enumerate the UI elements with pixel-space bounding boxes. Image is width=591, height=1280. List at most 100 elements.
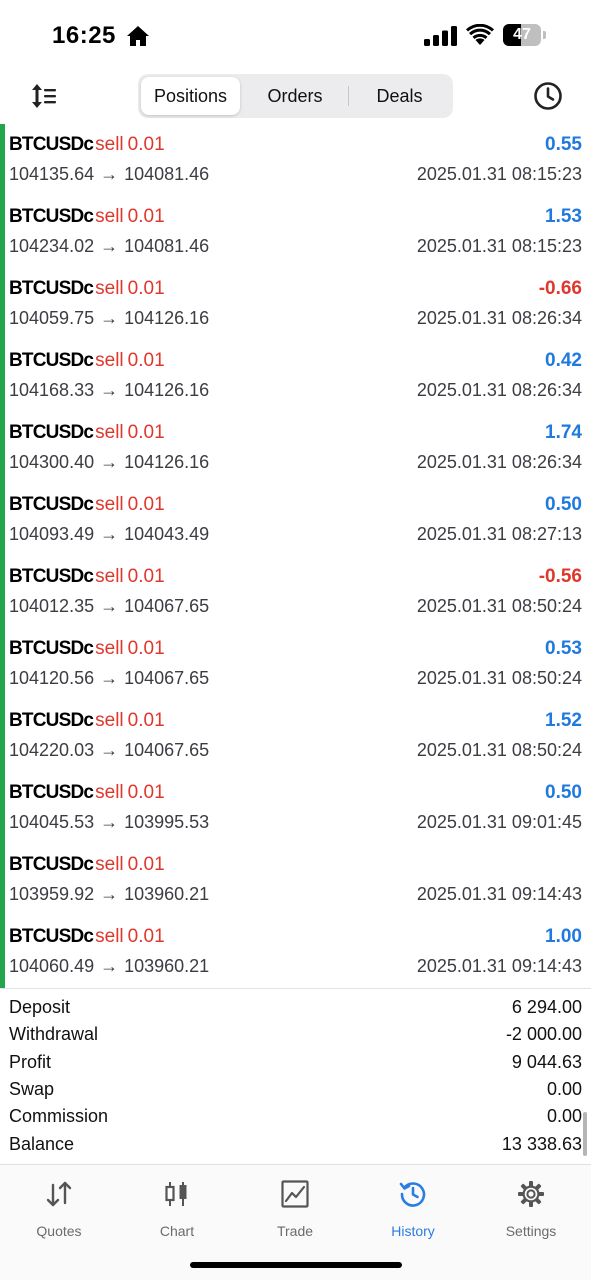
home-indicator[interactable] [190,1262,402,1268]
deal-row[interactable]: BTCUSDc sell 0.01 -0.56 104012.35 → 104067.65 2… [0,556,591,628]
deal-close-price: 104043.49 [124,524,210,544]
summary-row-profit: Profit 9 044.63 [0,1050,591,1077]
deal-prices: 104234.02 → 104081.46 [9,236,209,257]
deal-prices: 104120.56 → 104067.65 [9,668,209,689]
deal-volume: 0.01 [127,350,165,371]
summary-label: Swap [9,1078,55,1099]
deal-row[interactable]: BTCUSDc sell 0.01 0.50 104045.53 → 103995.53 20… [0,772,591,844]
gear-icon [518,1181,544,1207]
status-bar: 16:25 47 [0,0,591,70]
deal-volume: 0.01 [127,134,165,155]
tab-settings[interactable]: Settings [472,1175,590,1241]
deal-symbol: BTCUSDc [9,638,94,659]
deal-volume: 0.01 [127,854,165,875]
deal-volume: 0.01 [127,566,165,587]
arrow-right-icon: → [100,380,119,400]
tab-trade[interactable]: Trade [236,1175,354,1241]
deal-volume: 0.01 [127,638,165,659]
deal-time: 2025.01.31 08:26:34 [416,380,582,400]
deal-row[interactable]: BTCUSDc sell 0.01 1.52 104220.03 → 104067.65 20… [0,700,591,772]
deal-row[interactable]: BTCUSDc sell 0.01 0.50 104093.49 → 104043.49 20… [0,484,591,556]
summary-row-withdrawal: Withdrawal -2 000.00 [0,1022,591,1049]
deal-prices: 104012.35 → 104067.65 [9,596,209,617]
deal-open-price: 104060.49 [9,956,95,976]
quotes-icon [46,1181,72,1207]
tab-chart[interactable]: Chart [118,1175,236,1241]
deal-time: 2025.01.31 09:01:45 [416,812,582,832]
deal-prices: 104220.03 → 104067.65 [9,740,209,761]
tab-deals[interactable]: Deals [349,77,450,115]
deal-profit: 1.53 [545,206,582,227]
deal-row[interactable]: BTCUSDc sell 0.01 1.74 104300.40 → 104126.16 20… [0,412,591,484]
view-segmented-control: Positions Orders Deals [138,74,453,118]
deal-row[interactable]: BTCUSDc sell 0.01 1.53 104234.02 → 104081.46 20… [0,196,591,268]
deal-row[interactable]: BTCUSDc sell 0.01 103959.92 → 103960.21 2025.0… [0,844,591,916]
arrow-right-icon: → [100,884,119,904]
deal-time: 2025.01.31 08:15:23 [416,164,582,184]
deal-symbol: BTCUSDc [9,710,94,731]
tab-history[interactable]: History [354,1175,472,1241]
tab-orders[interactable]: Orders [243,77,347,115]
deal-prices: 104045.53 → 103995.53 [9,812,209,833]
scrollbar[interactable] [583,1112,587,1156]
deal-row[interactable]: BTCUSDc sell 0.01 0.42 104168.33 → 104126.16 20… [0,340,591,412]
deal-symbol: BTCUSDc [9,566,94,587]
deal-open-price: 103959.92 [9,884,95,904]
trade-icon [281,1180,309,1208]
deal-symbol: BTCUSDc [9,494,94,515]
summary-label: Profit [9,1051,52,1072]
deal-open-price: 104120.56 [9,668,95,688]
deal-time: 2025.01.31 08:50:24 [416,668,582,688]
deal-side: sell [95,566,124,587]
deal-open-price: 104234.02 [9,236,95,256]
deal-open-price: 104135.64 [9,164,95,184]
battery-icon: 47 [503,24,547,46]
candles-icon [165,1182,187,1206]
summary-row-balance: Balance 13 338.63 [0,1132,591,1159]
deal-title: BTCUSDc sell 0.01 [9,854,165,876]
battery-level: 47 [513,26,531,43]
deal-title: BTCUSDc sell 0.01 [9,494,165,516]
deal-close-price: 104067.65 [124,740,210,760]
deal-open-price: 104045.53 [9,812,95,832]
summary-label: Withdrawal [9,1024,99,1045]
deal-open-price: 104220.03 [9,740,95,760]
deal-volume: 0.01 [127,422,165,443]
deal-volume: 0.01 [127,278,165,299]
deal-prices: 104060.49 → 103960.21 [9,956,209,977]
summary-value: 0.00 [546,1078,582,1099]
summary-value: 13 338.63 [501,1133,582,1154]
deals-list[interactable]: BTCUSDc sell 0.01 0.55 104135.64 → 104081.46 20… [0,124,591,988]
deal-prices: 104300.40 → 104126.16 [9,452,209,473]
tab-positions[interactable]: Positions [141,77,240,115]
deal-row[interactable]: BTCUSDc sell 0.01 -0.66 104059.75 → 104126.16 2… [0,268,591,340]
deal-profit: 0.42 [545,350,582,371]
deal-row[interactable]: BTCUSDc sell 0.01 1.00 104060.49 → 103960.21 20… [0,916,591,988]
arrow-right-icon: → [100,308,119,328]
deal-title: BTCUSDc sell 0.01 [9,782,165,804]
deal-symbol: BTCUSDc [9,422,94,443]
signal-icon [424,26,457,46]
deal-row[interactable]: BTCUSDc sell 0.01 0.53 104120.56 → 104067.65 20… [0,628,591,700]
deal-prices: 104093.49 → 104043.49 [9,524,209,545]
arrow-right-icon: → [100,236,119,256]
deal-time: 2025.01.31 08:50:24 [416,740,582,760]
tab-quotes[interactable]: Quotes [0,1175,118,1241]
deal-close-price: 104081.46 [124,236,210,256]
deal-close-price: 104067.65 [124,668,210,688]
deal-volume: 0.01 [127,782,165,803]
deal-profit: -0.56 [538,566,582,587]
clock-icon[interactable] [532,80,564,112]
deal-title: BTCUSDc sell 0.01 [9,350,165,372]
deal-volume: 0.01 [127,206,165,227]
deal-symbol: BTCUSDc [9,206,94,227]
tab-quotes-label: Quotes [36,1223,82,1239]
summary-value: 0.00 [546,1106,582,1127]
deal-row[interactable]: BTCUSDc sell 0.01 0.55 104135.64 → 104081.46 20… [0,124,591,196]
deal-prices: 103959.92 → 103960.21 [9,884,209,905]
history-icon [399,1182,426,1207]
deal-side: sell [95,278,124,299]
deal-time: 2025.01.31 08:50:24 [416,596,582,616]
summary-row-commission: Commission 0.00 [0,1104,591,1131]
sort-icon[interactable] [28,80,60,112]
